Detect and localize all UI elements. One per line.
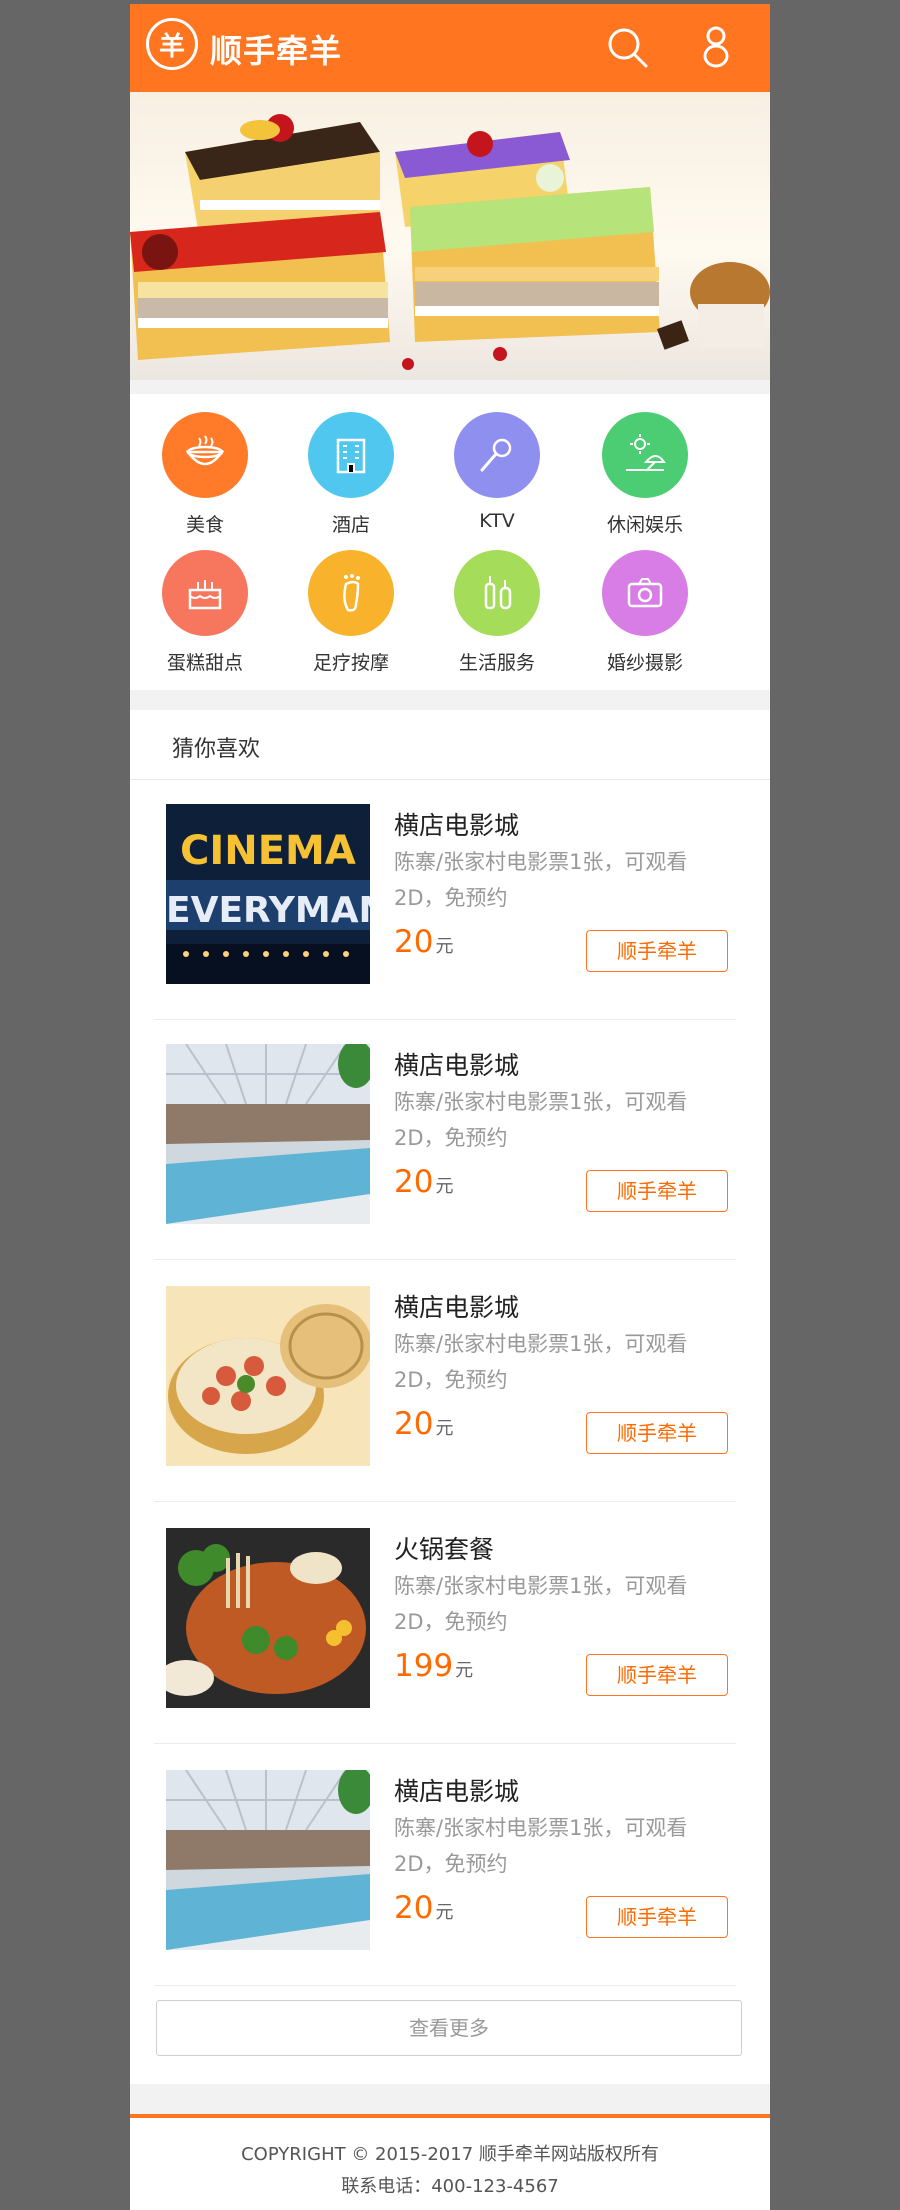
category-label: 休闲娱乐 bbox=[606, 514, 683, 536]
item-price: 20 元 bbox=[394, 1164, 453, 1200]
item-price: 20 元 bbox=[394, 924, 453, 960]
category-ktv[interactable]: KTV bbox=[422, 412, 572, 542]
list-item[interactable]: CINEMA EVERYMAN 横店电影城 陈寨/张家村电影票1张，可观看2D，… bbox=[154, 780, 736, 1020]
cinema-sign-line2: EVERYMAN bbox=[166, 890, 370, 931]
item-description: 陈寨/张家村电影票1张，可观看2D，免预约 bbox=[394, 850, 688, 910]
item-thumbnail-pool[interactable] bbox=[166, 1044, 370, 1224]
grab-deal-button[interactable]: 顺手牵羊 bbox=[586, 1170, 728, 1212]
separator bbox=[130, 690, 770, 710]
price-value: 199 bbox=[394, 1648, 454, 1684]
item-title[interactable]: 横店电影城 bbox=[394, 1772, 519, 1808]
camera-icon bbox=[602, 550, 688, 636]
price-unit: 元 bbox=[435, 936, 454, 957]
category-cake[interactable]: 蛋糕甜点 bbox=[130, 550, 280, 680]
copyright-text: COPYRIGHT © 2015-2017 顺手牵羊网站版权所有 bbox=[241, 2144, 659, 2165]
category-wedding-photo[interactable]: 婚纱摄影 bbox=[570, 550, 720, 680]
contact-phone: 联系电话：400-123-4567 bbox=[341, 2176, 559, 2197]
price-unit: 元 bbox=[435, 1176, 454, 1197]
price-unit: 元 bbox=[455, 1660, 474, 1681]
list-item[interactable]: 横店电影城 陈寨/张家村电影票1张，可观看2D，免预约 20 元 顺手牵羊 bbox=[154, 1746, 736, 1986]
section-title: 猜你喜欢 bbox=[172, 737, 261, 762]
item-description: 陈寨/张家村电影票1张，可观看2D，免预约 bbox=[394, 1816, 688, 1876]
category-food[interactable]: 美食 bbox=[130, 412, 280, 542]
grab-deal-button[interactable]: 顺手牵羊 bbox=[586, 1412, 728, 1454]
logo-mark: 羊 bbox=[158, 31, 185, 62]
price-value: 20 bbox=[394, 924, 434, 960]
bowl-icon bbox=[162, 412, 248, 498]
category-life-service[interactable]: 生活服务 bbox=[422, 550, 572, 680]
list-item[interactable]: 横店电影城 陈寨/张家村电影票1张，可观看2D，免预约 20 元 顺手牵羊 bbox=[154, 1262, 736, 1502]
separator bbox=[130, 380, 770, 394]
app-container: 羊 顺手牵羊 美食 酒店 KTV 休闲娱乐 蛋糕甜点 足疗按摩 生活服务 婚纱摄… bbox=[130, 4, 770, 2210]
price-value: 20 bbox=[394, 1890, 434, 1926]
price-value: 20 bbox=[394, 1406, 434, 1442]
hotel-icon bbox=[308, 412, 394, 498]
cake-illustration bbox=[130, 114, 770, 370]
beach-umbrella-icon bbox=[602, 412, 688, 498]
separator bbox=[130, 2084, 770, 2114]
search-icon[interactable] bbox=[604, 24, 652, 72]
category-massage[interactable]: 足疗按摩 bbox=[276, 550, 426, 680]
item-description: 陈寨/张家村电影票1张，可观看2D，免预约 bbox=[394, 1332, 688, 1392]
item-title[interactable]: 横店电影城 bbox=[394, 1046, 519, 1082]
category-label: 酒店 bbox=[331, 514, 370, 536]
category-label: 婚纱摄影 bbox=[606, 652, 683, 674]
microphone-icon bbox=[454, 412, 540, 498]
item-title[interactable]: 横店电影城 bbox=[394, 806, 519, 842]
category-grid: 美食 酒店 KTV 休闲娱乐 蛋糕甜点 足疗按摩 生活服务 婚纱摄影 bbox=[130, 394, 770, 690]
price-unit: 元 bbox=[435, 1902, 454, 1923]
footer: COPYRIGHT © 2015-2017 顺手牵羊网站版权所有 联系电话：40… bbox=[130, 2114, 770, 2210]
banner-image[interactable] bbox=[130, 92, 770, 380]
category-label: 蛋糕甜点 bbox=[166, 652, 243, 674]
grab-deal-button[interactable]: 顺手牵羊 bbox=[586, 1654, 728, 1696]
price-unit: 元 bbox=[435, 1418, 454, 1439]
grab-deal-button[interactable]: 顺手牵羊 bbox=[586, 1896, 728, 1938]
cinema-sign-line1: CINEMA bbox=[180, 828, 356, 874]
item-price: 20 元 bbox=[394, 1406, 453, 1442]
section-header: 猜你喜欢 bbox=[130, 710, 770, 780]
category-hotel[interactable]: 酒店 bbox=[276, 412, 426, 542]
item-description: 陈寨/张家村电影票1张，可观看2D，免预约 bbox=[394, 1090, 688, 1150]
item-price: 199 元 bbox=[394, 1648, 473, 1684]
price-value: 20 bbox=[394, 1164, 434, 1200]
brand-name: 顺手牵羊 bbox=[210, 32, 343, 70]
item-thumbnail-cinema[interactable]: CINEMA EVERYMAN bbox=[166, 804, 370, 984]
item-thumbnail-dimsum[interactable] bbox=[166, 1286, 370, 1466]
user-icon[interactable] bbox=[696, 24, 744, 72]
item-title[interactable]: 横店电影城 bbox=[394, 1288, 519, 1324]
list-item[interactable]: 横店电影城 陈寨/张家村电影票1张，可观看2D，免预约 20 元 顺手牵羊 bbox=[154, 1020, 736, 1260]
foot-icon bbox=[308, 550, 394, 636]
category-label: KTV bbox=[479, 510, 515, 532]
brand-logo[interactable]: 羊 bbox=[146, 18, 198, 70]
item-thumbnail-pool[interactable] bbox=[166, 1770, 370, 1950]
category-label: 生活服务 bbox=[458, 652, 535, 674]
item-description: 陈寨/张家村电影票1张，可观看2D，免预约 bbox=[394, 1574, 688, 1634]
top-header: 羊 顺手牵羊 bbox=[130, 4, 770, 98]
category-label: 美食 bbox=[185, 514, 224, 536]
category-leisure[interactable]: 休闲娱乐 bbox=[570, 412, 720, 542]
view-more-button[interactable]: 查看更多 bbox=[156, 2000, 742, 2056]
cake-icon bbox=[162, 550, 248, 636]
item-title[interactable]: 火锅套餐 bbox=[394, 1530, 494, 1566]
grab-deal-button[interactable]: 顺手牵羊 bbox=[586, 930, 728, 972]
bottles-icon bbox=[454, 550, 540, 636]
category-label: 足疗按摩 bbox=[312, 652, 389, 674]
list-item[interactable]: 火锅套餐 陈寨/张家村电影票1张，可观看2D，免预约 199 元 顺手牵羊 bbox=[154, 1504, 736, 1744]
item-thumbnail-hotpot[interactable] bbox=[166, 1528, 370, 1708]
item-price: 20 元 bbox=[394, 1890, 453, 1926]
